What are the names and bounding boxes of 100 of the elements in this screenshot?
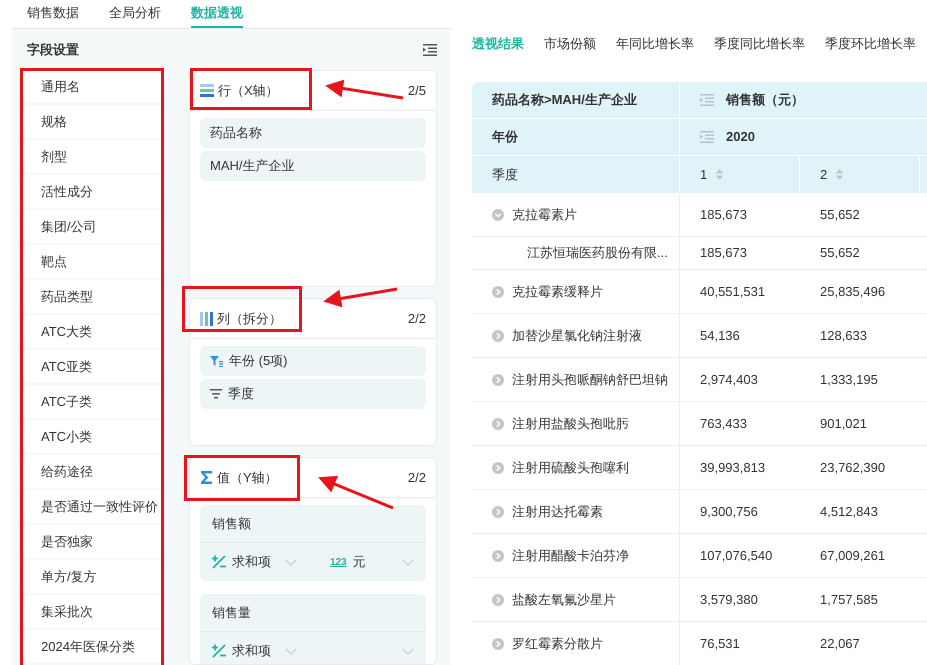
table-cell-text: 1,757,585 xyxy=(820,590,878,609)
field-item[interactable]: 剂型 xyxy=(22,140,165,173)
row-label: 注射用达托霉素 xyxy=(512,502,603,521)
field-chip[interactable]: MAH/生产企业 xyxy=(200,151,426,181)
field-item[interactable]: 靶点 xyxy=(22,245,165,278)
value-field-name: 销售额 xyxy=(212,514,251,533)
collapse-column-icon[interactable] xyxy=(700,131,714,143)
header-cell-text: 2 xyxy=(820,166,828,184)
sort-icon[interactable] xyxy=(715,168,724,181)
zone-count: 2/5 xyxy=(408,82,426,100)
collapse-icon[interactable] xyxy=(492,208,504,220)
aggregate-select[interactable]: 求和项 xyxy=(212,552,322,572)
expand-icon[interactable] xyxy=(492,638,504,650)
row-label: 克拉霉素片 xyxy=(512,206,577,224)
field-chip[interactable]: 季度 xyxy=(200,379,426,409)
field-item[interactable]: 是否通过一致性评价 xyxy=(22,490,165,523)
zone-title: 值（Y轴） xyxy=(217,468,278,487)
field-item[interactable]: 规格 xyxy=(22,105,165,138)
plus-minus-icon xyxy=(212,644,226,658)
field-item[interactable]: ATC亚类 xyxy=(22,350,165,383)
row-label: 江苏恒瑞医药股份有限... xyxy=(527,244,668,262)
field-chip[interactable]: 年份 (5项) xyxy=(200,346,426,376)
field-chip-label: 季度 xyxy=(228,385,254,404)
table-cell-text: 76,531 xyxy=(700,634,740,653)
header-cell: 年份 xyxy=(472,119,680,155)
table-cell-text: 23,762,390 xyxy=(820,458,886,477)
table-cell-text: 901,021 xyxy=(820,414,867,433)
table-cell-text: 107,076,540 xyxy=(700,546,772,565)
field-item[interactable]: 活性成分 xyxy=(22,175,165,208)
top-tab[interactable]: 销售数据 xyxy=(27,0,79,28)
sort-lines-icon xyxy=(210,389,222,399)
row-label: 注射用盐酸头孢吡肟 xyxy=(512,414,629,433)
table-cell-text: 185,673 xyxy=(700,244,747,262)
field-chip[interactable]: 药品名称 xyxy=(200,118,426,148)
top-tab[interactable]: 全局分析 xyxy=(109,0,161,28)
field-item[interactable]: 集采批次 xyxy=(22,595,165,628)
panel-title: 字段设置 xyxy=(27,40,79,59)
result-tab[interactable]: 季度环比增长率 xyxy=(825,34,916,54)
collapse-column-icon[interactable] xyxy=(700,94,714,106)
result-tab[interactable]: 季度同比增长率 xyxy=(714,34,805,54)
result-tab[interactable]: 市场份额 xyxy=(544,34,596,54)
row-label: 克拉霉素缓释片 xyxy=(512,282,603,301)
table-cell-text: 4,512,843 xyxy=(820,502,878,521)
sigma-icon xyxy=(200,470,213,485)
table-cell-text: 54,136 xyxy=(700,326,740,345)
field-item[interactable]: ATC大类 xyxy=(22,315,165,348)
field-item[interactable]: 通用名 xyxy=(22,70,165,103)
field-item[interactable]: 集团/公司 xyxy=(22,210,165,243)
field-item[interactable]: 单方/复方 xyxy=(22,560,165,593)
table-cell-text: 128,633 xyxy=(820,326,867,345)
collapse-panel-icon[interactable] xyxy=(423,44,437,56)
field-chip-label: MAH/生产企业 xyxy=(210,157,294,176)
chevron-down-icon xyxy=(402,558,414,566)
table-cell-text: 1,333,195 xyxy=(820,370,878,389)
zone-count: 2/2 xyxy=(408,310,426,328)
row-label: 注射用硫酸头孢噻利 xyxy=(512,458,629,477)
row-label: 加替沙星氯化钠注射液 xyxy=(512,326,642,345)
filter-icon xyxy=(210,356,223,366)
unit-select[interactable]: 123 元 xyxy=(330,552,394,572)
expand-icon[interactable] xyxy=(492,506,504,518)
plus-minus-icon xyxy=(212,555,226,569)
expand-icon[interactable] xyxy=(492,550,504,562)
table-cell-text: 9,300,756 xyxy=(700,502,758,521)
header-cell-text: 1 xyxy=(700,166,708,184)
table-cell-text: 2,974,403 xyxy=(700,370,758,389)
chevron-down-icon xyxy=(285,558,297,566)
field-item[interactable]: 是否独家 xyxy=(22,525,165,558)
table-cell-text: 763,433 xyxy=(700,414,747,433)
header-cell-text: 销售额（元） xyxy=(726,91,804,110)
sort-icon[interactable] xyxy=(835,168,844,181)
columns-icon xyxy=(200,312,213,326)
field-item[interactable]: ATC子类 xyxy=(22,385,165,418)
expand-icon[interactable] xyxy=(492,418,504,430)
field-item[interactable]: 2024年医保分类 xyxy=(22,630,165,663)
zone-count: 2/2 xyxy=(408,468,426,487)
table-cell-text: 185,673 xyxy=(700,206,747,224)
rows-icon xyxy=(200,84,214,97)
table-cell-text: 67,009,261 xyxy=(820,546,886,565)
table-cell-text: 3,579,380 xyxy=(700,590,758,609)
value-field-name: 销售量 xyxy=(212,604,251,622)
chevron-down-icon xyxy=(285,648,297,654)
expand-icon[interactable] xyxy=(492,374,504,386)
zone-title: 行（X轴） xyxy=(218,82,279,100)
expand-icon[interactable] xyxy=(492,594,504,606)
field-item[interactable]: ATC小类 xyxy=(22,420,165,453)
expand-icon[interactable] xyxy=(492,462,504,474)
table-cell-text: 25,835,496 xyxy=(820,282,886,301)
field-item[interactable]: 药品类型 xyxy=(22,280,165,313)
expand-icon[interactable] xyxy=(492,286,504,298)
row-label: 注射用头孢哌酮钠舒巴坦钠 xyxy=(512,370,668,389)
row-label: 注射用醋酸卡泊芬净 xyxy=(512,546,629,565)
table-cell-text: 40,551,531 xyxy=(700,282,766,301)
chevron-down-icon xyxy=(402,648,414,654)
table-cell-text: 39,993,813 xyxy=(700,458,766,477)
result-tab[interactable]: 年同比增长率 xyxy=(616,34,694,54)
field-chip-label: 药品名称 xyxy=(210,124,262,142)
field-item[interactable]: 给药途径 xyxy=(22,455,165,488)
aggregate-select[interactable]: 求和项 xyxy=(212,641,322,661)
header-cell: 药品名称>MAH/生产企业 xyxy=(472,82,680,118)
expand-icon[interactable] xyxy=(492,330,504,342)
